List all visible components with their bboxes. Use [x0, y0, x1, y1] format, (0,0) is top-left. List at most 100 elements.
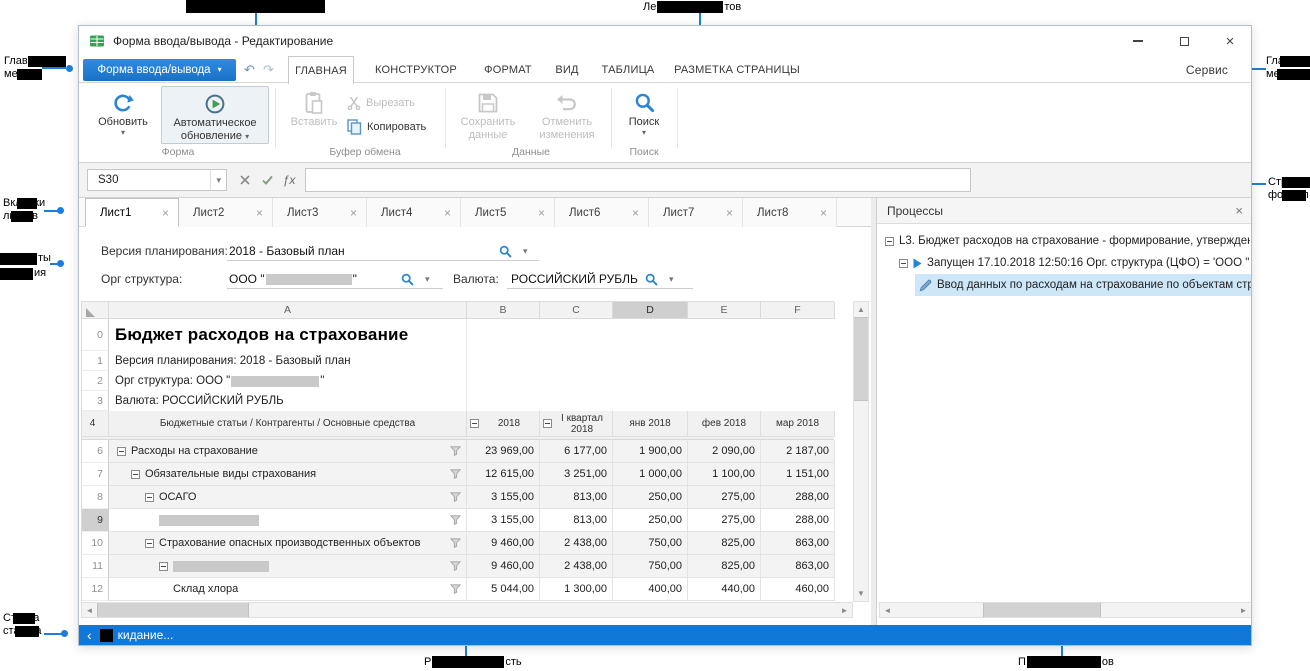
cell-a2[interactable]: Орг структура: ООО ""	[109, 371, 467, 391]
filter-icon[interactable]	[450, 446, 461, 456]
month-header-feb[interactable]: фев 2018	[688, 411, 761, 437]
cell-value[interactable]: 5 044,00	[467, 578, 540, 601]
month-header-jan[interactable]: янв 2018	[613, 411, 688, 437]
collapse-icon[interactable]	[131, 470, 140, 479]
cell-reference-box[interactable]: S30 ▾	[87, 169, 227, 191]
filter-icon[interactable]	[450, 492, 461, 502]
close-button[interactable]: ×	[1207, 26, 1252, 56]
sheet-tab-2[interactable]: Лист2×	[179, 198, 273, 227]
cell-a3[interactable]: Валюта: РОССИЙСКИЙ РУБЛЬ	[109, 391, 467, 411]
row-header[interactable]: 7	[82, 463, 109, 486]
col-header-c[interactable]: C	[540, 302, 613, 319]
close-sheet-icon[interactable]: ×	[162, 206, 169, 220]
cell-value[interactable]: 3 251,00	[540, 463, 613, 486]
version-value[interactable]: 2018 - Базовый план	[229, 244, 345, 258]
currency-value[interactable]: РОССИЙСКИЙ РУБЛЬ	[511, 272, 638, 286]
sheet-tab-4[interactable]: Лист4×	[367, 198, 461, 227]
cell-value[interactable]: 275,00	[688, 486, 761, 509]
year-header[interactable]: 2018	[467, 411, 540, 437]
collapse-icon[interactable]	[899, 259, 908, 268]
cell-a6[interactable]: Расходы на страхование	[109, 440, 467, 463]
cell-value[interactable]: 288,00	[761, 509, 835, 532]
quarter-header[interactable]: I квартал 2018	[540, 411, 613, 437]
cell-a9[interactable]	[109, 509, 467, 532]
app-menu-button[interactable]: Форма ввода/вывода▾	[83, 59, 236, 81]
tab-table[interactable]: ТАБЛИЦА	[595, 56, 661, 83]
close-sheet-icon[interactable]: ×	[350, 206, 357, 220]
process-node-run[interactable]: Запущен 17.10.2018 12:50:16 Орг. структу…	[899, 252, 1250, 274]
tab-view[interactable]: ВИД	[549, 56, 585, 83]
collapse-icon[interactable]	[117, 447, 126, 456]
row-header[interactable]: 0	[82, 319, 109, 351]
version-search-icon[interactable]	[499, 245, 512, 258]
maximize-button[interactable]	[1161, 26, 1207, 56]
auto-update-button[interactable]: Автоматическое обновление ▾	[161, 86, 269, 144]
cell-value[interactable]: 2 438,00	[540, 532, 613, 555]
close-sheet-icon[interactable]: ×	[632, 206, 639, 220]
cell-value[interactable]: 6 177,00	[540, 440, 613, 463]
save-data-button[interactable]: Сохранить данные	[455, 86, 521, 142]
sheet-tab-7[interactable]: Лист7×	[649, 198, 743, 227]
cell-value[interactable]: 825,00	[688, 555, 761, 578]
spreadsheet[interactable]: A B C D E F 0 Бюджет расходов на страхов…	[81, 301, 834, 601]
budget-items-header[interactable]: Бюджетные статьи / Контрагенты / Основны…	[109, 411, 467, 437]
org-dropdown-icon[interactable]: ▾	[425, 275, 430, 284]
cell-value[interactable]: 2 438,00	[540, 555, 613, 578]
cell-a10[interactable]: Страхование опасных производственных объ…	[109, 532, 467, 555]
row-header[interactable]: 10	[82, 532, 109, 555]
cell-value[interactable]: 3 155,00	[467, 486, 540, 509]
scroll-thumb[interactable]	[854, 317, 868, 401]
org-structure-value[interactable]: ООО ""	[229, 272, 357, 286]
redo-icon[interactable]: ↷	[263, 62, 274, 78]
collapse-icon[interactable]	[159, 562, 168, 571]
cell-value[interactable]: 460,00	[761, 578, 835, 601]
cell-value[interactable]: 1 900,00	[613, 440, 688, 463]
cell-value[interactable]: 825,00	[688, 532, 761, 555]
cell-a8[interactable]: ОСАГО	[109, 486, 467, 509]
row-header[interactable]: 4	[82, 411, 109, 437]
tab-constructor[interactable]: КОНСТРУКТОР	[365, 56, 467, 83]
process-node-root[interactable]: L3. Бюджет расходов на страхование - фор…	[885, 230, 1250, 252]
search-button[interactable]: Поиск ▾	[617, 86, 671, 136]
row-header-selected[interactable]: 9	[82, 509, 109, 532]
version-dropdown-icon[interactable]: ▾	[523, 247, 528, 256]
formula-cancel-button[interactable]	[235, 169, 255, 191]
cell-a12[interactable]: Склад хлора	[109, 578, 467, 601]
row-header[interactable]: 1	[82, 351, 109, 371]
processes-scrollbar[interactable]: ◄ ►	[879, 602, 1252, 618]
undo-icon[interactable]: ↶	[244, 62, 255, 78]
scroll-down-icon[interactable]: ▼	[854, 586, 868, 601]
row-header[interactable]: 6	[82, 440, 109, 463]
minimize-button[interactable]	[1115, 26, 1161, 56]
row-header[interactable]: 8	[82, 486, 109, 509]
process-node-task-selected[interactable]: Ввод данных по расходам на страхование п…	[915, 274, 1252, 296]
month-header-mar[interactable]: мар 2018	[761, 411, 835, 437]
close-sheet-icon[interactable]: ×	[444, 206, 451, 220]
cell-value[interactable]: 440,00	[688, 578, 761, 601]
currency-dropdown-icon[interactable]: ▾	[669, 275, 674, 284]
col-header-b[interactable]: B	[467, 302, 540, 319]
chevron-down-icon[interactable]: ▾	[210, 170, 226, 190]
cell-value[interactable]: 23 969,00	[467, 440, 540, 463]
cell-a0[interactable]: Бюджет расходов на страхование	[109, 319, 467, 351]
cell-value[interactable]: 750,00	[613, 555, 688, 578]
cell-value[interactable]: 250,00	[613, 486, 688, 509]
collapse-icon[interactable]	[885, 237, 894, 246]
collapse-icon[interactable]	[145, 539, 154, 548]
undo-changes-button[interactable]: Отменить изменения	[527, 86, 607, 142]
tab-home[interactable]: ГЛАВНАЯ	[288, 56, 354, 84]
copy-button[interactable]: Копировать	[347, 117, 426, 137]
scroll-thumb[interactable]	[983, 603, 1101, 617]
vertical-scrollbar[interactable]: ▲ ▼	[853, 301, 869, 602]
cell-value[interactable]: 750,00	[613, 532, 688, 555]
cut-button[interactable]: Вырезать	[347, 93, 415, 113]
close-sheet-icon[interactable]: ×	[256, 206, 263, 220]
scroll-thumb[interactable]	[97, 603, 249, 617]
refresh-button[interactable]: Обновить ▾	[87, 86, 159, 136]
service-menu[interactable]: Сервис	[1177, 56, 1237, 83]
select-all-corner[interactable]	[82, 302, 109, 319]
cell-value[interactable]: 2 090,00	[688, 440, 761, 463]
tab-format[interactable]: ФОРМАТ	[477, 56, 539, 83]
cell-value[interactable]: 863,00	[761, 532, 835, 555]
close-panel-icon[interactable]: ×	[1235, 203, 1243, 218]
